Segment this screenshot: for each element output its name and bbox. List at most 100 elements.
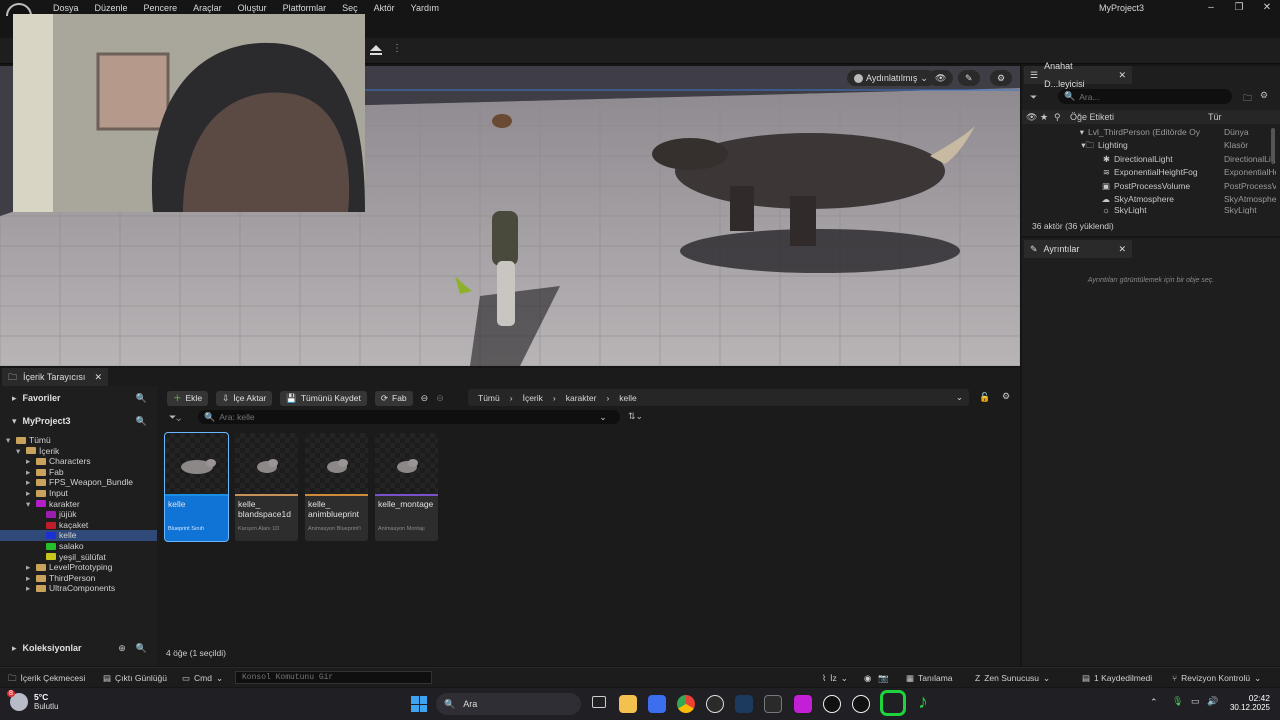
clock[interactable]: 02:42 30.12.2025	[1226, 693, 1270, 712]
steam-icon[interactable]	[735, 695, 753, 713]
folder-row[interactable]: ▸ Input	[0, 488, 157, 499]
cb-settings-icon[interactable]: ⚙	[1002, 391, 1010, 402]
folder-row[interactable]: ▸ FPS_Weapon_Bundle	[0, 477, 157, 488]
content-browser-tab[interactable]: 🗀 İçerik Tarayıcısı ✕	[2, 368, 108, 386]
favorite-icon[interactable]: ★	[1040, 112, 1054, 123]
tree-row-postprocess[interactable]: ▣ PostProcessVolume PostProcessV	[1022, 180, 1280, 193]
menu-tools[interactable]: Araçlar	[185, 2, 230, 14]
folder-row[interactable]: ▾ karakter	[0, 499, 157, 510]
menu-window[interactable]: Pencere	[136, 2, 186, 14]
folder-row[interactable]: ▸ UltraComponents	[0, 583, 157, 594]
outliner-settings-icon[interactable]: ⚙	[1260, 90, 1268, 101]
unreal-editor-icon[interactable]	[852, 695, 870, 713]
taskbar-search[interactable]: 🔍 Ara	[436, 693, 581, 715]
collections-header[interactable]: ▸ Koleksiyonlar ⊕ 🔍	[0, 640, 157, 656]
close-tab-icon[interactable]: ✕	[1118, 240, 1126, 258]
file-explorer-icon[interactable]	[619, 695, 637, 713]
folder-row[interactable]: salako	[0, 541, 157, 552]
breadcrumb-content[interactable]: İçerik	[523, 393, 543, 403]
console-input[interactable]	[235, 671, 432, 684]
snap-settings-button[interactable]: ✎	[958, 70, 980, 86]
breadcrumb-kelle[interactable]: kelle	[619, 393, 636, 403]
breadcrumb-karakter[interactable]: karakter	[566, 393, 597, 403]
zen-server-button[interactable]: Z Zen Sunucusu ⌄	[975, 668, 1050, 688]
content-drawer-button[interactable]: 🗀 İçerik Çekmecesi	[8, 668, 85, 688]
breadcrumb-all[interactable]: Tümü	[478, 393, 500, 403]
github-desktop-icon[interactable]	[706, 695, 724, 713]
view-mode-button[interactable]: Aydınlatılmış ⌄	[847, 70, 935, 86]
folder-row[interactable]: ▸ Characters	[0, 456, 157, 467]
tree-row-sky-light[interactable]: ☼ SkyLight SkyLight	[1022, 206, 1280, 214]
tree-row-fog[interactable]: ≋ ExponentialHeightFog ExponentialHe	[1022, 166, 1280, 179]
col-label-header[interactable]: Öğe Etiketi	[1070, 112, 1208, 122]
fab-button[interactable]: ⟳ Fab	[374, 391, 413, 406]
lock-icon[interactable]: 🔓	[979, 392, 990, 403]
tree-row-sky-atmosphere[interactable]: ☁SkyAtmosphereSkyAtmosphere	[1022, 193, 1280, 206]
network-icon[interactable]: ▭	[1191, 696, 1200, 707]
add-collection-icon[interactable]: ⊕	[118, 643, 126, 654]
back-icon[interactable]: ⊖	[421, 393, 429, 404]
forward-icon[interactable]: ⊖	[436, 393, 444, 404]
tree-row-lighting[interactable]: ▾🗀 Lighting Klasör	[1022, 139, 1280, 152]
chrome-icon[interactable]	[677, 695, 695, 713]
chevron-down-icon[interactable]: ⌄	[956, 392, 963, 403]
asset-tile[interactable]: kelle_montage Animasyon Montajı	[375, 433, 438, 541]
outliner-tab[interactable]: ☰ Anahat D...leyicisi ✕	[1024, 61, 1132, 89]
microphone-icon[interactable]: 🎙	[1172, 696, 1183, 707]
camera-icon[interactable]: 📷	[878, 668, 889, 688]
revision-control-button[interactable]: ⑂ Revizyon Kontrolü ⌄	[1172, 668, 1261, 688]
expand-arrow-icon[interactable]: ▸	[26, 467, 36, 478]
folder-row[interactable]: yeşil_sülüfat	[0, 552, 157, 563]
search-icon[interactable]: 🔍	[136, 416, 147, 427]
expand-arrow-icon[interactable]: ▸	[26, 562, 36, 573]
import-button[interactable]: ⇩ İçe Aktar	[216, 391, 273, 406]
asset-tile[interactable]: kelle Blueprint Sınıfı	[164, 432, 229, 542]
outliner-search-box[interactable]: 🔍	[1058, 89, 1232, 104]
cmd-selector[interactable]: ▭ Cmd ⌄	[182, 668, 223, 688]
chevron-down-icon[interactable]: ⌄	[599, 412, 607, 423]
task-view-icon[interactable]	[592, 696, 606, 708]
asset-search-input[interactable]	[219, 412, 600, 422]
add-button[interactable]: ＋ Ekle	[167, 391, 209, 406]
outliner-search-input[interactable]	[1079, 91, 1220, 102]
tray-chevron-icon[interactable]: ⌃	[1150, 697, 1158, 708]
menu-help[interactable]: Yardım	[403, 2, 447, 14]
menu-actor[interactable]: Aktör	[366, 2, 403, 14]
menu-file[interactable]: Dosya	[45, 2, 87, 14]
diagnostics-button[interactable]: ▦ Tanılama	[906, 668, 953, 688]
add-folder-icon[interactable]: 🗀	[1243, 91, 1252, 107]
menu-build[interactable]: Oluştur	[230, 2, 275, 14]
eject-icon[interactable]	[370, 45, 382, 55]
app-icon[interactable]	[794, 695, 812, 713]
more-options-icon[interactable]: ⋮	[392, 43, 402, 54]
folder-row[interactable]: kelle	[0, 530, 157, 541]
asset-search-box[interactable]: 🔍 ⌄	[198, 410, 620, 424]
save-all-button[interactable]: 💾 Tümünü Kaydet	[280, 391, 367, 406]
filter-icon[interactable]: ⏷	[1030, 92, 1037, 103]
expand-arrow-icon[interactable]: ▾	[6, 435, 16, 446]
start-icon[interactable]	[411, 696, 427, 712]
show-flags-button[interactable]: 👁	[928, 70, 954, 86]
asset-tile[interactable]: kelle_ blandspace1d Karışım Alanı 1D	[235, 433, 298, 541]
menu-edit[interactable]: Düzenle	[87, 2, 136, 14]
folder-row[interactable]: ▾ İçerik	[0, 446, 157, 457]
viewport-settings-button[interactable]: ⚙	[990, 70, 1013, 86]
asset-tile[interactable]: kelle_ animblueprint Animasyon Blueprint'…	[305, 433, 368, 541]
expand-arrow-icon[interactable]: ▸	[26, 477, 36, 488]
tree-row-directional-light[interactable]: ✱ DirectionalLight DirectionalLig	[1022, 153, 1280, 166]
menu-platforms[interactable]: Platformlar	[275, 2, 335, 14]
folder-row[interactable]: ▸ LevelPrototyping	[0, 562, 157, 573]
search-icon[interactable]: 🔍	[136, 643, 147, 654]
expand-arrow-icon[interactable]: ▾	[16, 446, 26, 457]
output-log-button[interactable]: ▤ Çıktı Günlüğü	[103, 668, 167, 688]
search-icon[interactable]: 🔍	[136, 393, 147, 404]
expand-arrow-icon[interactable]: ▸	[26, 583, 36, 594]
volume-icon[interactable]: 🔊	[1207, 696, 1218, 707]
epic-games-icon[interactable]	[764, 695, 782, 713]
trace-button[interactable]: ⌇ İz ⌄	[822, 668, 848, 688]
folder-row[interactable]: ▾ Tümü	[0, 435, 157, 446]
unreal-engine-icon[interactable]	[823, 695, 841, 713]
close-tab-icon[interactable]: ✕	[94, 368, 102, 386]
expand-arrow-icon[interactable]: ▸	[26, 456, 36, 467]
weather-widget[interactable]: 8 5°C Bulutlu	[7, 689, 58, 711]
